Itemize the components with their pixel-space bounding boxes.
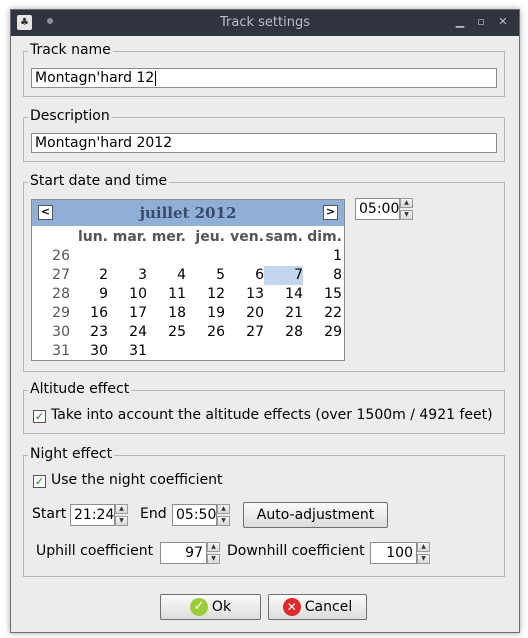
calendar-day[interactable]: 5 <box>186 266 225 285</box>
calendar-day[interactable]: 4 <box>147 266 186 285</box>
calendar-day[interactable]: 9 <box>69 285 108 304</box>
calendar-day[interactable]: 12 <box>186 285 225 304</box>
calendar-day[interactable]: 20 <box>225 304 264 323</box>
window-title: Track settings <box>220 15 310 30</box>
altitude-checkbox[interactable]: ✓ <box>33 410 46 423</box>
spin-up-icon[interactable]: ▲ <box>115 504 128 514</box>
spin-down-icon[interactable]: ▼ <box>217 516 230 526</box>
calendar-weekday-header: mer. <box>151 229 186 245</box>
calendar-week-number: 28 <box>52 286 70 302</box>
track-name-value: Montagn'hard 12 <box>35 70 155 86</box>
cancel-label: Cancel <box>304 599 353 615</box>
night-start-value[interactable]: 21:24 <box>70 504 115 526</box>
spin-down-icon[interactable]: ▼ <box>400 210 413 220</box>
uphill-label: Uphill coefficient <box>36 543 154 559</box>
calendar-day[interactable]: 17 <box>108 304 147 323</box>
ok-button[interactable]: ✓ Ok <box>160 594 261 620</box>
calendar-day[interactable]: 3 <box>108 266 147 285</box>
calendar-day[interactable]: 31 <box>108 342 147 361</box>
start-date-legend: Start date and time <box>28 173 170 189</box>
description-input[interactable]: Montagn'hard 2012 <box>31 133 497 153</box>
spin-up-icon[interactable]: ▲ <box>400 198 413 208</box>
calendar-week-number: 30 <box>52 324 70 340</box>
start-time-spinner[interactable]: 05:00 ▲ ▼ <box>355 198 415 220</box>
cancel-x-icon: ✕ <box>282 598 301 616</box>
calendar-day[interactable]: 18 <box>147 304 186 323</box>
night-end-label: End <box>140 506 167 522</box>
spin-down-icon[interactable]: ▼ <box>115 516 128 526</box>
calendar-day[interactable]: 25 <box>147 323 186 342</box>
calendar-day[interactable]: 28 <box>264 323 303 342</box>
downhill-value[interactable]: 100 <box>370 542 417 564</box>
track-name-legend: Track name <box>28 42 113 58</box>
calendar-weekday-header: sam. <box>265 229 303 245</box>
calendar-day[interactable]: 21 <box>264 304 303 323</box>
calendar-weekday-header: ven. <box>230 229 264 245</box>
auto-adjustment-button[interactable]: Auto-adjustment <box>243 502 388 528</box>
calendar-day[interactable]: 19 <box>186 304 225 323</box>
calendar-day[interactable]: 6 <box>225 266 264 285</box>
spin-up-icon[interactable]: ▲ <box>207 542 220 552</box>
calendar-weekday-header: dim. <box>307 229 342 245</box>
ok-check-icon: ✓ <box>189 598 208 616</box>
start-time-value[interactable]: 05:00 <box>355 198 400 220</box>
description-legend: Description <box>28 108 112 124</box>
calendar-week-number: 29 <box>52 305 70 321</box>
calendar-week-number: 27 <box>52 267 70 283</box>
calendar-week-number: 26 <box>52 248 70 264</box>
downhill-label: Downhill coefficient <box>227 543 365 559</box>
calendar-day[interactable]: 15 <box>303 285 342 304</box>
description-value: Montagn'hard 2012 <box>35 135 173 151</box>
altitude-checkbox-label[interactable]: Take into account the altitude effects (… <box>51 407 493 423</box>
calendar-day[interactable]: 11 <box>147 285 186 304</box>
calendar-day[interactable]: 22 <box>303 304 342 323</box>
spin-up-icon[interactable]: ▲ <box>217 504 230 514</box>
night-checkbox[interactable]: ✓ <box>33 475 46 488</box>
calendar-week-number: 31 <box>52 343 70 359</box>
calendar-header: < juillet 2012 > <box>32 200 344 226</box>
calendar-day[interactable]: 16 <box>69 304 108 323</box>
track-name-input[interactable]: Montagn'hard 12 <box>31 68 497 88</box>
night-legend: Night effect <box>28 446 115 462</box>
calendar-day[interactable]: 30 <box>69 342 108 361</box>
calendar-day[interactable]: 14 <box>264 285 303 304</box>
next-month-button[interactable]: > <box>323 205 338 220</box>
downhill-spinner[interactable]: 100 ▲ ▼ <box>370 542 432 564</box>
calendar-day[interactable]: 27 <box>225 323 264 342</box>
calendar-day[interactable]: 10 <box>108 285 147 304</box>
uphill-value[interactable]: 97 <box>160 542 207 564</box>
spin-up-icon[interactable]: ▲ <box>417 542 430 552</box>
calendar-day[interactable]: 2 <box>69 266 108 285</box>
calendar-weekday-header: jeu. <box>195 229 225 245</box>
calendar-day[interactable]: 26 <box>186 323 225 342</box>
calendar-day[interactable]: 29 <box>303 323 342 342</box>
calendar-day[interactable]: 23 <box>69 323 108 342</box>
night-end-value[interactable]: 05:50 <box>172 504 217 526</box>
maximize-icon[interactable]: ▫ <box>473 14 489 30</box>
calendar-day[interactable]: 1 <box>303 247 342 266</box>
text-caret <box>155 70 157 86</box>
spin-down-icon[interactable]: ▼ <box>417 554 430 564</box>
title-bar: ♣ Track settings ▁ ▫ ✕ <box>11 10 519 36</box>
night-start-label: Start <box>32 506 67 522</box>
calendar-weekday-header: lun. <box>77 229 108 245</box>
date-calendar[interactable]: < juillet 2012 > lun. mar. mer. jeu. ven. sam… <box>31 199 345 361</box>
ok-label: Ok <box>211 599 232 615</box>
close-icon[interactable]: ✕ <box>495 14 511 30</box>
calendar-day[interactable]: 24 <box>108 323 147 342</box>
calendar-month-label: juillet 2012 <box>139 204 237 222</box>
minimize-icon[interactable]: ▁ <box>452 14 468 30</box>
calendar-weekday-header: mar. <box>112 229 147 245</box>
night-start-spinner[interactable]: 21:24 ▲ ▼ <box>70 504 130 526</box>
altitude-legend: Altitude effect <box>28 381 132 397</box>
calendar-day[interactable]: 13 <box>225 285 264 304</box>
night-end-spinner[interactable]: 05:50 ▲ ▼ <box>172 504 232 526</box>
spin-down-icon[interactable]: ▼ <box>207 554 220 564</box>
uphill-spinner[interactable]: 97 ▲ ▼ <box>160 542 222 564</box>
night-checkbox-label[interactable]: Use the night coefficient <box>51 472 222 488</box>
cancel-button[interactable]: ✕ Cancel <box>268 594 367 620</box>
calendar-day-selected[interactable]: 7 <box>264 266 303 285</box>
calendar-day[interactable]: 8 <box>303 266 342 285</box>
